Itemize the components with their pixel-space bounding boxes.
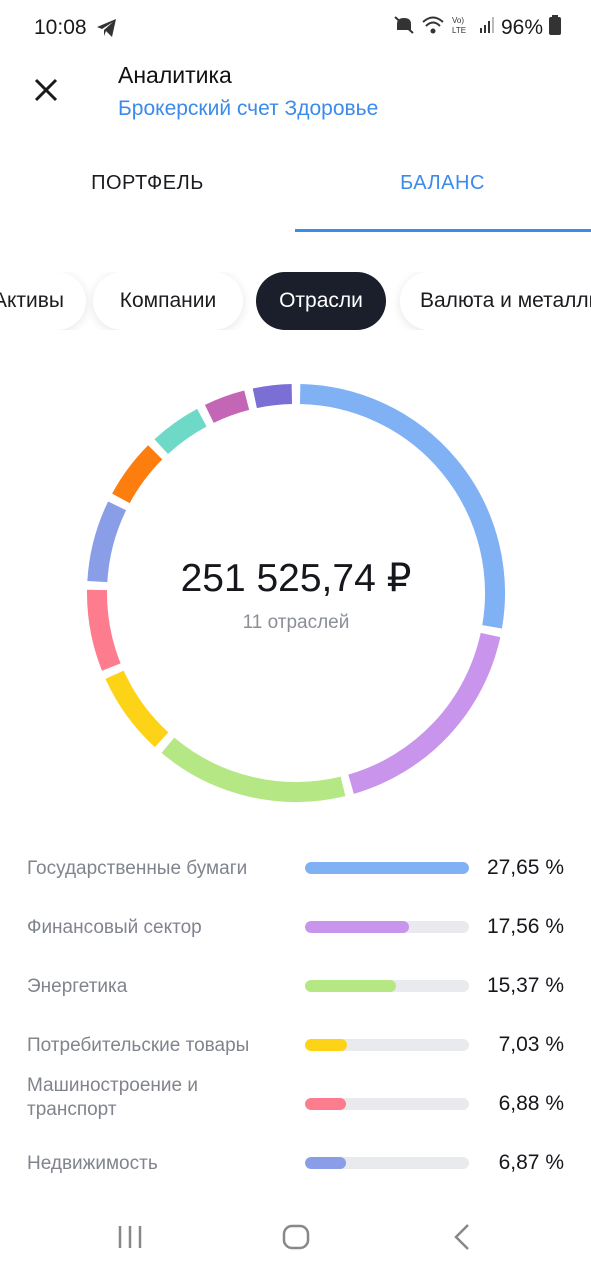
legend-bar-track bbox=[305, 980, 469, 992]
donut-segment-7[interactable] bbox=[154, 408, 207, 455]
legend-label: Потребительские товары bbox=[27, 1035, 250, 1056]
home-icon bbox=[282, 1224, 310, 1250]
legend-percent: 27,65 % bbox=[486, 856, 564, 879]
chip-currency-metals[interactable]: Валюта и металлы bbox=[400, 272, 591, 330]
legend-percent: 17,56 % bbox=[486, 915, 564, 938]
legend-bar-fill bbox=[305, 862, 469, 874]
legend-bar-track bbox=[305, 921, 469, 933]
legend-label: Государственные бумаги bbox=[27, 858, 248, 879]
donut-segment-6[interactable] bbox=[112, 445, 163, 504]
legend-row[interactable]: Недвижимость 6,87 % bbox=[0, 1135, 591, 1194]
chip-assets[interactable]: Активы bbox=[0, 272, 86, 330]
legend-bar-track bbox=[305, 862, 469, 874]
legend-bar-track bbox=[305, 1039, 469, 1051]
legend-bar-fill bbox=[305, 921, 410, 933]
system-navbar bbox=[0, 1200, 591, 1280]
legend-label: Финансовый сектор bbox=[27, 917, 202, 938]
donut-segment-2[interactable] bbox=[161, 737, 346, 802]
legend-row[interactable]: Потребительские товары 7,03 % bbox=[0, 1017, 591, 1076]
legend-label: Недвижимость bbox=[27, 1153, 158, 1174]
home-button[interactable] bbox=[281, 1222, 311, 1257]
battery-percent: 96% bbox=[500, 15, 543, 39]
lte-icon: Vo) LTE bbox=[451, 14, 473, 41]
status-bar: 10:08 Vo) LTE 96% bbox=[0, 0, 591, 56]
tab-balance[interactable]: БАЛАНС bbox=[295, 172, 590, 232]
chip-industries[interactable]: Отрасли bbox=[256, 272, 386, 330]
wifi-icon bbox=[421, 15, 445, 40]
total-value: 251 525,74 ₽ bbox=[180, 557, 412, 600]
legend-bar-fill bbox=[305, 1157, 346, 1169]
status-icons: Vo) LTE 96% bbox=[393, 14, 561, 41]
legend-percent: 15,37 % bbox=[486, 974, 564, 997]
legend-percent: 6,88 % bbox=[498, 1092, 564, 1115]
donut-chart: 251 525,74 ₽ 11 отраслей bbox=[86, 383, 506, 803]
legend-bar-fill bbox=[305, 980, 397, 992]
industries-count: 11 отраслей bbox=[242, 612, 350, 633]
active-tab-indicator bbox=[295, 229, 591, 232]
battery-icon bbox=[549, 15, 561, 40]
tab-portfolio[interactable]: ПОРТФЕЛЬ bbox=[0, 172, 295, 232]
legend-row[interactable]: Государственные бумаги 27,65 % bbox=[0, 840, 591, 899]
signal-icon bbox=[479, 16, 495, 39]
filter-chips: Активы Компании Отрасли Валюта и металлы bbox=[0, 272, 591, 330]
legend-bar-fill bbox=[305, 1039, 347, 1051]
close-icon bbox=[34, 78, 58, 102]
legend-bar-track bbox=[305, 1098, 469, 1110]
status-time: 10:08 bbox=[34, 16, 87, 39]
donut-segment-9[interactable] bbox=[252, 384, 293, 409]
page-title: Аналитика bbox=[118, 62, 232, 88]
legend-bar-fill bbox=[305, 1098, 346, 1110]
legend-row[interactable]: Машиностроение и транспорт 6,88 % bbox=[0, 1075, 591, 1135]
telegram-icon bbox=[96, 18, 118, 43]
account-name[interactable]: Брокерский счет Здоровье bbox=[118, 97, 378, 121]
close-button[interactable] bbox=[28, 72, 64, 108]
back-button[interactable] bbox=[450, 1222, 474, 1257]
svg-text:Vo): Vo) bbox=[452, 16, 464, 25]
chip-companies[interactable]: Компании bbox=[93, 272, 243, 330]
legend-row[interactable]: Энергетика 15,37 % bbox=[0, 958, 591, 1017]
donut-segment-8[interactable] bbox=[204, 390, 250, 423]
recent-apps-button[interactable] bbox=[116, 1222, 146, 1257]
donut-segment-3[interactable] bbox=[105, 670, 169, 748]
legend-label: Энергетика bbox=[27, 976, 128, 997]
legend-row[interactable]: Финансовый сектор 17,56 % bbox=[0, 899, 591, 958]
recent-apps-icon bbox=[118, 1226, 142, 1248]
donut-segment-1[interactable] bbox=[348, 632, 501, 794]
svg-text:LTE: LTE bbox=[452, 26, 466, 35]
back-icon bbox=[454, 1224, 469, 1250]
legend-percent: 7,03 % bbox=[498, 1033, 564, 1056]
legend-label: Машиностроение и транспорт bbox=[27, 1075, 198, 1120]
mute-icon bbox=[393, 14, 415, 41]
legend-percent: 6,87 % bbox=[498, 1151, 564, 1174]
legend-bar-track bbox=[305, 1157, 469, 1169]
